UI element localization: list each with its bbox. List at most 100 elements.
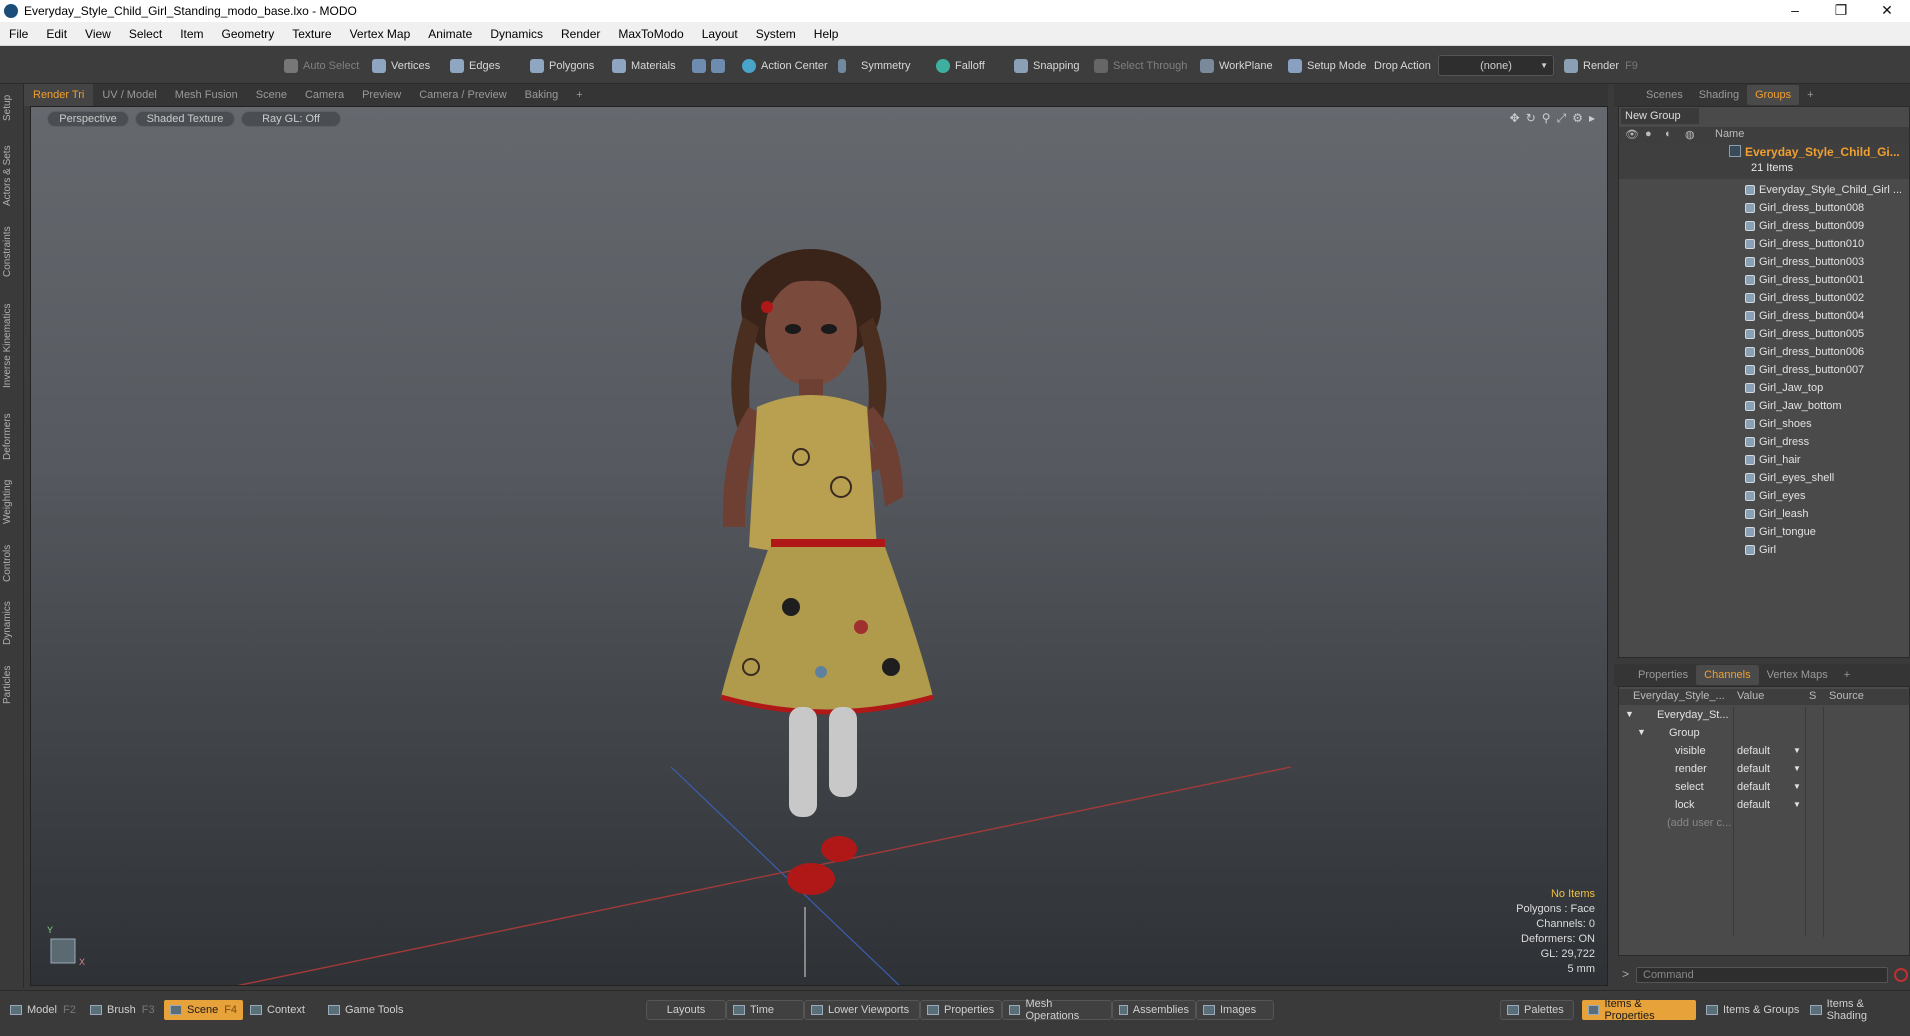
channel-row[interactable]: visible default ▼	[1619, 743, 1909, 761]
palettes-button[interactable]: Palettes	[1500, 1000, 1574, 1020]
menu-edit[interactable]: Edit	[37, 27, 76, 41]
tab-scenes[interactable]: Scenes	[1638, 85, 1691, 105]
time-button[interactable]: Time	[726, 1000, 804, 1020]
workplane-button[interactable]: WorkPlane	[1200, 55, 1273, 76]
character-model[interactable]	[720, 249, 934, 895]
setup-mode-button[interactable]: Setup Mode	[1288, 55, 1366, 76]
menu-file[interactable]: File	[0, 27, 37, 41]
chevron-down-icon[interactable]: ▼	[1793, 782, 1801, 791]
channels-value-header[interactable]: Value	[1737, 690, 1764, 702]
tab-setup[interactable]: Setup	[2, 90, 22, 126]
group-list-item[interactable]: Girl_dress	[1745, 433, 1809, 451]
channels-s-header[interactable]: S	[1809, 690, 1816, 702]
menu-vertex-map[interactable]: Vertex Map	[341, 27, 420, 41]
tab-inverse-kinematics[interactable]: Inverse Kinematics	[2, 290, 22, 402]
tab-baking[interactable]: Baking	[516, 84, 568, 106]
menu-layout[interactable]: Layout	[693, 27, 747, 41]
expand-arrow-icon[interactable]: ▼	[1637, 727, 1646, 737]
tab-actors-sets[interactable]: Actors & Sets	[2, 140, 22, 212]
element-mode-button[interactable]	[692, 55, 730, 76]
auto-select-button[interactable]: Auto Select	[284, 55, 359, 76]
tab-vertex-maps[interactable]: Vertex Maps	[1759, 665, 1836, 685]
menu-render[interactable]: Render	[552, 27, 609, 41]
menu-texture[interactable]: Texture	[283, 27, 340, 41]
add-right-tab-button[interactable]: +	[1799, 85, 1821, 105]
layouts-button[interactable]: Layouts	[646, 1000, 726, 1020]
group-list-item[interactable]: Everyday_Style_Child_Girl ...	[1745, 181, 1902, 199]
group-list-item[interactable]: Girl_dress_button004	[1745, 307, 1864, 325]
restore-button[interactable]: ❐	[1818, 0, 1864, 22]
group-list-item[interactable]: Girl_eyes_shell	[1745, 469, 1834, 487]
tab-weighting[interactable]: Weighting	[2, 472, 22, 532]
command-input[interactable]: Command	[1636, 967, 1888, 983]
group-list-item[interactable]: Girl_hair	[1745, 451, 1801, 469]
menu-dynamics[interactable]: Dynamics	[481, 27, 552, 41]
channel-value-select[interactable]: default	[1737, 763, 1770, 775]
items-properties-button[interactable]: Items & Properties	[1582, 998, 1696, 1022]
3d-viewport[interactable]: Perspective Shaded Texture Ray GL: Off ✥…	[30, 106, 1608, 986]
name-column-header[interactable]: Name	[1715, 128, 1744, 140]
items-shading-button[interactable]: Items & Shading	[1804, 998, 1910, 1022]
render-column-icon[interactable]: ●	[1645, 128, 1652, 140]
menu-geometry[interactable]: Geometry	[213, 27, 284, 41]
menu-animate[interactable]: Animate	[419, 27, 481, 41]
channel-group-row[interactable]: ▼ Group	[1619, 725, 1909, 743]
tab-scene[interactable]: Scene	[247, 84, 296, 106]
mesh-operations-button[interactable]: Mesh Operations	[1002, 998, 1112, 1022]
tab-camera[interactable]: Camera	[296, 84, 353, 106]
tab-uv-model[interactable]: UV / Model	[93, 84, 165, 106]
render-button[interactable]: Render F9	[1564, 55, 1638, 76]
tab-particles[interactable]: Particles	[2, 658, 22, 712]
group-list-item[interactable]: Girl_leash	[1745, 505, 1809, 523]
record-icon[interactable]	[1894, 968, 1908, 982]
channels-name-header[interactable]: Everyday_Style_...	[1633, 690, 1725, 702]
lock-column-icon[interactable]: ◐	[1665, 128, 1672, 140]
menu-help[interactable]: Help	[805, 27, 848, 41]
tab-groups[interactable]: Groups	[1747, 85, 1800, 105]
channel-value-select[interactable]: default	[1737, 799, 1770, 811]
group-list-item[interactable]: Girl_dress_button001	[1745, 271, 1864, 289]
menu-system[interactable]: System	[747, 27, 805, 41]
channel-value-select[interactable]: default	[1737, 781, 1770, 793]
model-layout-button[interactable]: Model F2	[4, 1000, 82, 1020]
group-list-item[interactable]: Girl_dress_button008	[1745, 199, 1864, 217]
add-user-channel-row[interactable]: (add user c...	[1619, 815, 1909, 833]
snapping-button[interactable]: Snapping	[1014, 55, 1080, 76]
tab-constraints[interactable]: Constraints	[2, 220, 22, 284]
edges-button[interactable]: Edges	[450, 55, 500, 76]
tab-deformers[interactable]: Deformers	[2, 408, 22, 466]
items-groups-button[interactable]: Items & Groups	[1700, 1000, 1805, 1020]
channel-row[interactable]: render default ▼	[1619, 761, 1909, 779]
visibility-icon[interactable]: 👁	[1625, 128, 1639, 141]
group-list-item[interactable]: Girl_dress_button003	[1745, 253, 1864, 271]
game-tools-layout-button[interactable]: Game Tools	[322, 1000, 410, 1020]
add-tab-button[interactable]: +	[567, 84, 591, 106]
group-list-item[interactable]: Girl_dress_button007	[1745, 361, 1864, 379]
tab-dynamics[interactable]: Dynamics	[2, 594, 22, 652]
tab-camera-preview[interactable]: Camera / Preview	[410, 84, 515, 106]
group-list-item[interactable]: Girl_dress_button010	[1745, 235, 1864, 253]
menu-view[interactable]: View	[76, 27, 120, 41]
assemblies-button[interactable]: Assemblies	[1112, 1000, 1196, 1020]
tab-controls[interactable]: Controls	[2, 538, 22, 588]
group-root-row[interactable]: Everyday_Style_Child_Gi... 21 Items	[1619, 143, 1909, 179]
channels-source-header[interactable]: Source	[1829, 690, 1864, 702]
menu-item[interactable]: Item	[171, 27, 212, 41]
menu-select[interactable]: Select	[120, 27, 171, 41]
properties-button[interactable]: Properties	[920, 1000, 1002, 1020]
scene-layout-button[interactable]: Scene F4	[164, 1000, 244, 1020]
context-layout-button[interactable]: Context	[244, 1000, 311, 1020]
channel-value-select[interactable]: default	[1737, 745, 1770, 757]
symmetry-button[interactable]: Symmetry	[838, 55, 911, 76]
select-through-button[interactable]: Select Through	[1094, 55, 1187, 76]
tab-preview[interactable]: Preview	[353, 84, 410, 106]
channel-row[interactable]: select default ▼	[1619, 779, 1909, 797]
tab-mesh-fusion[interactable]: Mesh Fusion	[166, 84, 247, 106]
tab-shading[interactable]: Shading	[1691, 85, 1747, 105]
falloff-button[interactable]: Falloff	[936, 55, 985, 76]
channel-row[interactable]: lock default ▼	[1619, 797, 1909, 815]
drop-action-select[interactable]: (none) ▼	[1438, 55, 1554, 76]
materials-button[interactable]: Materials	[612, 55, 676, 76]
group-list-item[interactable]: Girl	[1745, 541, 1776, 559]
group-list-item[interactable]: Girl_Jaw_top	[1745, 379, 1823, 397]
